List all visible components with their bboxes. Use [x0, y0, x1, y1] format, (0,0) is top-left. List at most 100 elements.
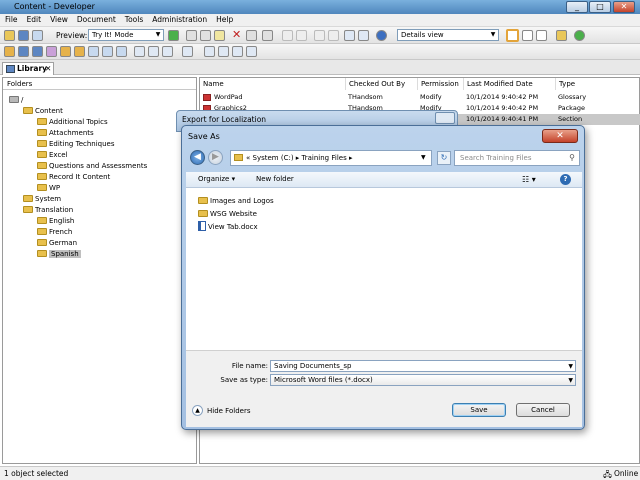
list-item[interactable]: View Tab.docx — [198, 221, 258, 233]
folder-icon — [23, 195, 33, 202]
menu-view[interactable]: View — [45, 14, 72, 24]
view-options-icon[interactable]: ☷ ▾ — [522, 175, 536, 184]
paste-icon[interactable] — [214, 30, 225, 41]
new-package-icon[interactable] — [46, 46, 57, 57]
address-path[interactable]: « System (C:) ▸ Training Files ▸ — [246, 154, 352, 162]
open-folder-icon[interactable] — [4, 30, 15, 41]
search-placeholder: Search Training Files — [460, 154, 532, 162]
organize-menu[interactable]: Organize ▾ — [198, 175, 235, 183]
tree-item[interactable]: WP — [37, 183, 60, 194]
save-icon[interactable] — [18, 30, 29, 41]
record-icon[interactable] — [182, 46, 193, 57]
save-as-close-button[interactable]: ✕ — [542, 129, 578, 143]
search-input[interactable]: Search Training Files ⚲ — [454, 150, 580, 166]
related-docs-icon[interactable] — [246, 46, 257, 57]
chevron-down-icon[interactable]: ▼ — [421, 154, 426, 161]
menu-file[interactable]: File — [0, 14, 22, 24]
help-icon[interactable] — [376, 30, 387, 41]
new-web-page-icon[interactable] — [88, 46, 99, 57]
table-row[interactable]: WordPad THandsom Modify 10/1/2014 9:40:42 P… — [200, 92, 640, 103]
drive-icon — [9, 96, 19, 103]
column-permission[interactable]: Permission — [418, 78, 464, 90]
close-icon[interactable]: ✕ — [45, 64, 51, 73]
column-last-modified[interactable]: Last Modified Date — [464, 78, 556, 90]
tree-item[interactable]: Attachments — [37, 128, 94, 139]
tree-item[interactable]: Questions and Assessments — [37, 161, 147, 172]
new-folder-button[interactable]: New folder — [256, 175, 294, 183]
tree-item[interactable]: Spanish — [37, 249, 81, 260]
tree-item[interactable]: Content — [23, 106, 63, 117]
delete-icon[interactable]: ✕ — [232, 28, 241, 41]
new-glossary-icon[interactable] — [60, 46, 71, 57]
folder-icon — [37, 228, 47, 235]
menu-administration[interactable]: Administration — [147, 14, 211, 24]
redo-icon[interactable] — [296, 30, 307, 41]
tree-item[interactable]: / — [9, 95, 23, 106]
export-close-button[interactable] — [435, 112, 455, 124]
tree-item-label: Editing Techniques — [49, 140, 115, 148]
new-role-icon[interactable] — [74, 46, 85, 57]
menu-document[interactable]: Document — [72, 14, 120, 24]
collapse-icon[interactable] — [328, 30, 339, 41]
new-assessment-icon[interactable] — [102, 46, 113, 57]
details-view-icon[interactable] — [506, 29, 519, 42]
back-arrow-icon[interactable]: ◀ — [190, 150, 205, 165]
history-icon[interactable] — [232, 46, 243, 57]
list-view-icon[interactable] — [522, 30, 533, 41]
file-name-input[interactable]: Saving Documents_sp ▼ — [270, 360, 576, 372]
properties-icon[interactable] — [32, 30, 43, 41]
close-button[interactable]: ✕ — [613, 1, 635, 13]
menu-tools[interactable]: Tools — [120, 14, 147, 24]
new-section-icon[interactable] — [18, 46, 29, 57]
tree-item[interactable]: French — [37, 227, 72, 238]
menu-edit[interactable]: Edit — [22, 14, 46, 24]
help-icon[interactable]: ? — [560, 174, 571, 185]
tree-item[interactable]: System — [23, 194, 61, 205]
go-icon[interactable] — [168, 30, 179, 41]
refresh-icon[interactable] — [574, 30, 585, 41]
tree-item[interactable]: Editing Techniques — [37, 139, 115, 150]
column-type[interactable]: Type — [556, 78, 640, 90]
maximize-button[interactable]: □ — [589, 1, 611, 13]
new-topic-icon[interactable] — [32, 46, 43, 57]
forward-arrow-icon[interactable]: ▶ — [208, 150, 223, 165]
cut-icon[interactable] — [186, 30, 197, 41]
find-icon[interactable] — [262, 30, 273, 41]
tree-item[interactable]: English — [37, 216, 74, 227]
minimize-button[interactable]: _ — [566, 1, 588, 13]
copy-icon[interactable] — [200, 30, 211, 41]
publish-icon[interactable] — [162, 46, 173, 57]
save-button[interactable]: Save — [452, 403, 506, 417]
tree-item[interactable]: Translation — [23, 205, 73, 216]
preview-mode-select[interactable]: Try It! Mode ▼ — [88, 29, 164, 41]
tree-item[interactable]: German — [37, 238, 77, 249]
list-item[interactable]: Images and Logos — [198, 195, 274, 207]
refresh-icon[interactable]: ↻ — [437, 151, 451, 165]
tab-library[interactable]: Library ✕ — [2, 62, 54, 75]
import-icon[interactable] — [134, 46, 145, 57]
rename-icon[interactable] — [246, 30, 257, 41]
new-question-icon[interactable] — [116, 46, 127, 57]
tree-item[interactable]: Excel — [37, 150, 68, 161]
check-in-icon[interactable] — [204, 46, 215, 57]
address-bar[interactable]: « System (C:) ▸ Training Files ▸ ▼ — [230, 150, 432, 166]
tree-item[interactable]: Record It Content — [37, 172, 110, 183]
folder-up-icon[interactable] — [556, 30, 567, 41]
cancel-button[interactable]: Cancel — [516, 403, 570, 417]
menu-help[interactable]: Help — [211, 14, 237, 24]
undo-icon[interactable] — [282, 30, 293, 41]
view-mode-select[interactable]: Details view ▼ — [397, 29, 499, 41]
export-icon[interactable] — [148, 46, 159, 57]
new-module-icon[interactable] — [4, 46, 15, 57]
expand-icon[interactable] — [314, 30, 325, 41]
chevron-down-icon[interactable]: ▼ — [568, 363, 573, 370]
tree-item[interactable]: Additional Topics — [37, 117, 108, 128]
binoculars-icon[interactable] — [344, 30, 355, 41]
list-item[interactable]: WSG Website — [198, 208, 257, 220]
column-checked-out-by[interactable]: Checked Out By — [346, 78, 418, 90]
check-out-icon[interactable] — [218, 46, 229, 57]
save-as-type-select[interactable]: Microsoft Word files (*.docx) ▼ — [270, 374, 576, 386]
split-view-icon[interactable] — [536, 30, 547, 41]
search-replace-icon[interactable] — [358, 30, 369, 41]
column-name[interactable]: Name — [200, 78, 346, 90]
